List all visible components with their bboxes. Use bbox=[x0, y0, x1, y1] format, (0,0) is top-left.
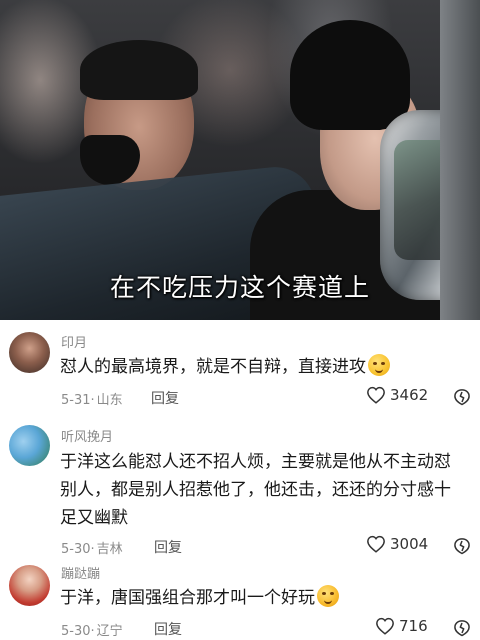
comment-meta: 5-31· 山东 bbox=[61, 393, 123, 408]
video-subtitle: 在不吃压力这个赛道上 bbox=[109, 273, 370, 302]
comment-date: 5-30 bbox=[61, 542, 91, 557]
heart-icon bbox=[367, 535, 385, 553]
dislike-icon[interactable] bbox=[452, 387, 472, 407]
like-count: 716 bbox=[399, 617, 428, 635]
avatar[interactable] bbox=[9, 425, 50, 466]
comment-username[interactable]: 印月 bbox=[61, 332, 87, 351]
like-button[interactable]: 716 bbox=[375, 617, 428, 635]
avatar[interactable] bbox=[9, 332, 50, 373]
reply-button[interactable]: 回复 bbox=[154, 619, 182, 639]
like-count: 3004 bbox=[390, 535, 429, 553]
smirk-emoji-icon bbox=[368, 354, 390, 376]
dislike-icon[interactable] bbox=[452, 536, 472, 556]
avatar[interactable] bbox=[9, 565, 50, 606]
comment-location: 吉林 bbox=[96, 542, 123, 557]
comment-location: 山东 bbox=[96, 393, 123, 408]
comment-text-content: 于洋，唐国强组合那才叫一个好玩 bbox=[60, 588, 315, 608]
comment-item: 听风挽月 于洋这么能怼人还不招人烦，主要就是他从不主动怼 别人，都是别人招惹他了… bbox=[0, 420, 480, 560]
like-count: 3462 bbox=[390, 386, 429, 404]
comment-item: 蹦跶蹦 于洋，唐国强组合那才叫一个好玩 5-30· 辽宁 回复 716 bbox=[0, 560, 480, 640]
comment-location: 辽宁 bbox=[96, 624, 123, 639]
comment-text-line: 足又幽默 bbox=[60, 508, 128, 528]
comment-meta: 5-30· 辽宁 bbox=[61, 624, 123, 639]
comment-meta: 5-30· 吉林 bbox=[61, 542, 123, 557]
heart-icon bbox=[367, 386, 385, 404]
like-button[interactable]: 3004 bbox=[366, 535, 428, 553]
comment-date: 5-31 bbox=[61, 393, 91, 408]
comment-date: 5-30 bbox=[61, 624, 91, 639]
reply-button[interactable]: 回复 bbox=[151, 388, 179, 408]
comment-username[interactable]: 听风挽月 bbox=[61, 426, 113, 445]
video-frame[interactable]: 在不吃压力这个赛道上 bbox=[0, 0, 480, 320]
comment-item: 印月 怼人的最高境界，就是不自辩，直接进攻 5-31· 山东 回复 3462 bbox=[0, 320, 480, 420]
comment-text: 于洋这么能怼人还不招人烦，主要就是他从不主动怼 别人，都是别人招惹他了，他还击，… bbox=[60, 448, 464, 532]
reply-button[interactable]: 回复 bbox=[154, 537, 182, 557]
comment-username[interactable]: 蹦跶蹦 bbox=[61, 563, 100, 582]
laughing-tears-emoji-icon bbox=[317, 585, 339, 607]
like-button[interactable]: 3462 bbox=[366, 386, 428, 404]
comment-text: 于洋，唐国强组合那才叫一个好玩 bbox=[60, 584, 464, 612]
comment-text-line: 于洋这么能怼人还不招人烦，主要就是他从不主动怼 bbox=[60, 452, 451, 472]
comment-text-content: 怼人的最高境界，就是不自辩，直接进攻 bbox=[60, 357, 366, 377]
dislike-icon[interactable] bbox=[452, 618, 472, 638]
heart-icon bbox=[376, 617, 394, 635]
comment-text-line: 别人，都是别人招惹他了，他还击，还还的分寸感十 bbox=[60, 480, 451, 500]
comment-list: 印月 怼人的最高境界，就是不自辩，直接进攻 5-31· 山东 回复 3462 听风… bbox=[0, 320, 480, 640]
comment-text: 怼人的最高境界，就是不自辩，直接进攻 bbox=[60, 353, 464, 381]
